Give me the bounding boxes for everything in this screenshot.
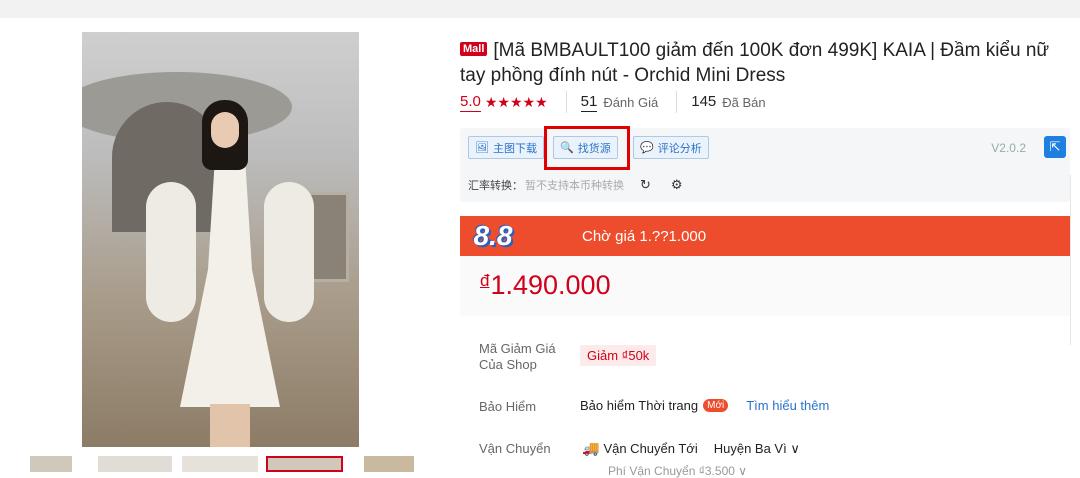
- voucher-label: Mã Giảm Giá Của Shop: [479, 341, 556, 372]
- flash-sale-banner: 8.8 Chờ giá 1.??1.000: [460, 216, 1074, 256]
- divider: [676, 91, 678, 113]
- rating-score[interactable]: 5.0: [460, 93, 481, 112]
- thumbnail[interactable]: [182, 456, 258, 472]
- shipping-to: Vận Chuyển Tới: [603, 441, 698, 456]
- truck-icon: 🚚: [582, 440, 600, 456]
- reviews-label: Đánh Giá: [603, 94, 659, 110]
- highlight-box: [544, 126, 630, 170]
- sold-label: Đã Bán: [722, 94, 766, 110]
- product-title-text: [Mã BMBAULT100 giảm đến 100K đơn 499K] K…: [460, 40, 1050, 86]
- exchange-rate-label: 汇率转换：: [468, 180, 523, 192]
- rating-row: 5.0 ★★★★★ 51 Đánh Giá 145 Đã Bán: [460, 90, 766, 114]
- thumbnail[interactable]: [98, 456, 172, 472]
- sold-count: 145: [691, 93, 717, 110]
- extension-logo-icon[interactable]: ⇱: [1044, 136, 1066, 158]
- shipping-destination[interactable]: Huyện Ba Vì ∨: [714, 441, 800, 457]
- insurance-label: Bảo Hiểm: [479, 399, 537, 414]
- voucher-chip[interactable]: Giảm ₫50k: [580, 345, 657, 366]
- shipping-fee[interactable]: Phí Vận Chuyển ₫3.500 ∨: [608, 464, 747, 478]
- reviews-count[interactable]: 51: [580, 93, 598, 112]
- thumbnail-selected[interactable]: [266, 456, 343, 472]
- learn-more-link[interactable]: Tìm hiểu thêm: [746, 398, 829, 413]
- product-main-image[interactable]: [82, 32, 359, 447]
- divider: [565, 91, 567, 113]
- review-analysis-button[interactable]: 💬 评论分析: [633, 136, 709, 159]
- price: đ1.490.000: [480, 270, 611, 301]
- image-icon: 🖼: [475, 142, 489, 154]
- insurance-text: Bảo hiểm Thời trang: [580, 398, 699, 413]
- shipping-row: 🚚 Vận Chuyển Tới Huyện Ba Vì ∨: [582, 440, 800, 457]
- price-value: 1.490.000: [490, 270, 611, 300]
- exchange-rate-row: 汇率转换： 暂不支持本币种转换 ↻ ⚙: [468, 177, 683, 193]
- product-title: Mall [Mã BMBAULT100 giảm đến 100K đơn 499…: [460, 38, 1070, 88]
- currency-symbol: đ: [480, 271, 490, 290]
- exchange-rate-note: 暂不支持本币种转换: [525, 180, 624, 192]
- settings-icon[interactable]: ⚙: [671, 177, 683, 193]
- star-rating-icon: ★★★★★: [484, 93, 548, 110]
- side-panel-edge: [1070, 175, 1080, 345]
- thumbnail[interactable]: [30, 456, 72, 472]
- flash-sale-text: Chờ giá 1.??1.000: [582, 227, 707, 245]
- download-images-button[interactable]: 🖼 主图下载: [468, 136, 544, 159]
- insurance-row: Bảo hiểm Thời trang Mới Tìm hiểu thêm: [580, 398, 829, 413]
- thumbnail[interactable]: [364, 456, 414, 472]
- flash-sale-badge: 8.8: [473, 220, 513, 251]
- new-badge: Mới: [703, 399, 729, 412]
- refresh-icon[interactable]: ↻: [640, 177, 651, 193]
- shipping-label: Vận Chuyển: [479, 441, 551, 456]
- mall-badge: Mall: [460, 42, 488, 56]
- thumbnail-strip: [0, 456, 430, 472]
- version-label: V2.0.2: [991, 141, 1026, 155]
- price-box: đ1.490.000: [460, 256, 1074, 316]
- comment-icon: 💬: [640, 142, 654, 154]
